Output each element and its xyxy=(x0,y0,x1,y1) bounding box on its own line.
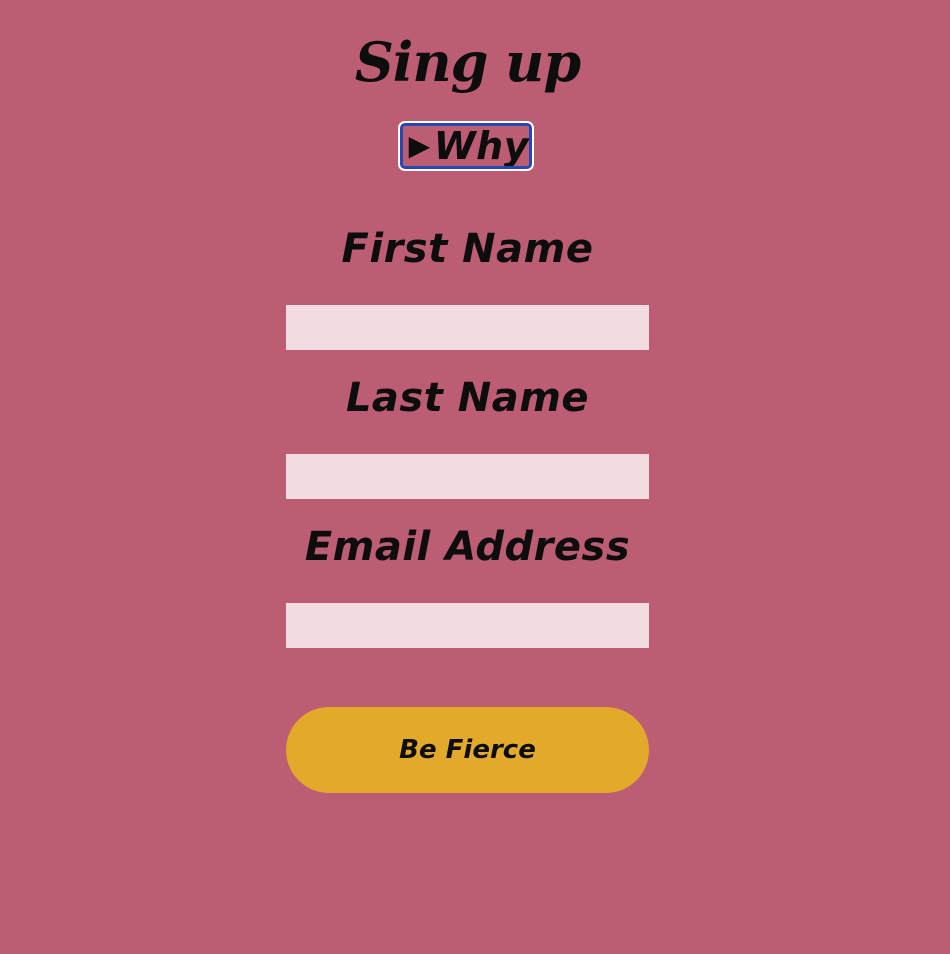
email-address-input[interactable] xyxy=(286,603,649,648)
why-disclosure-label: Why xyxy=(433,124,529,168)
page-title: Sing up xyxy=(354,30,581,94)
be-fierce-submit-button[interactable]: Be Fierce xyxy=(286,707,649,793)
signup-page: Sing up ▶ Why First Name Last Name Email… xyxy=(0,0,950,954)
last-name-label: Last Name xyxy=(345,375,590,421)
last-name-input[interactable] xyxy=(286,454,649,499)
why-disclosure-toggle[interactable]: ▶ Why xyxy=(398,121,534,171)
first-name-input[interactable] xyxy=(286,305,649,350)
disclosure-triangle-icon: ▶ xyxy=(408,129,431,162)
first-name-label: First Name xyxy=(341,226,594,272)
email-address-label: Email Address xyxy=(304,524,631,570)
